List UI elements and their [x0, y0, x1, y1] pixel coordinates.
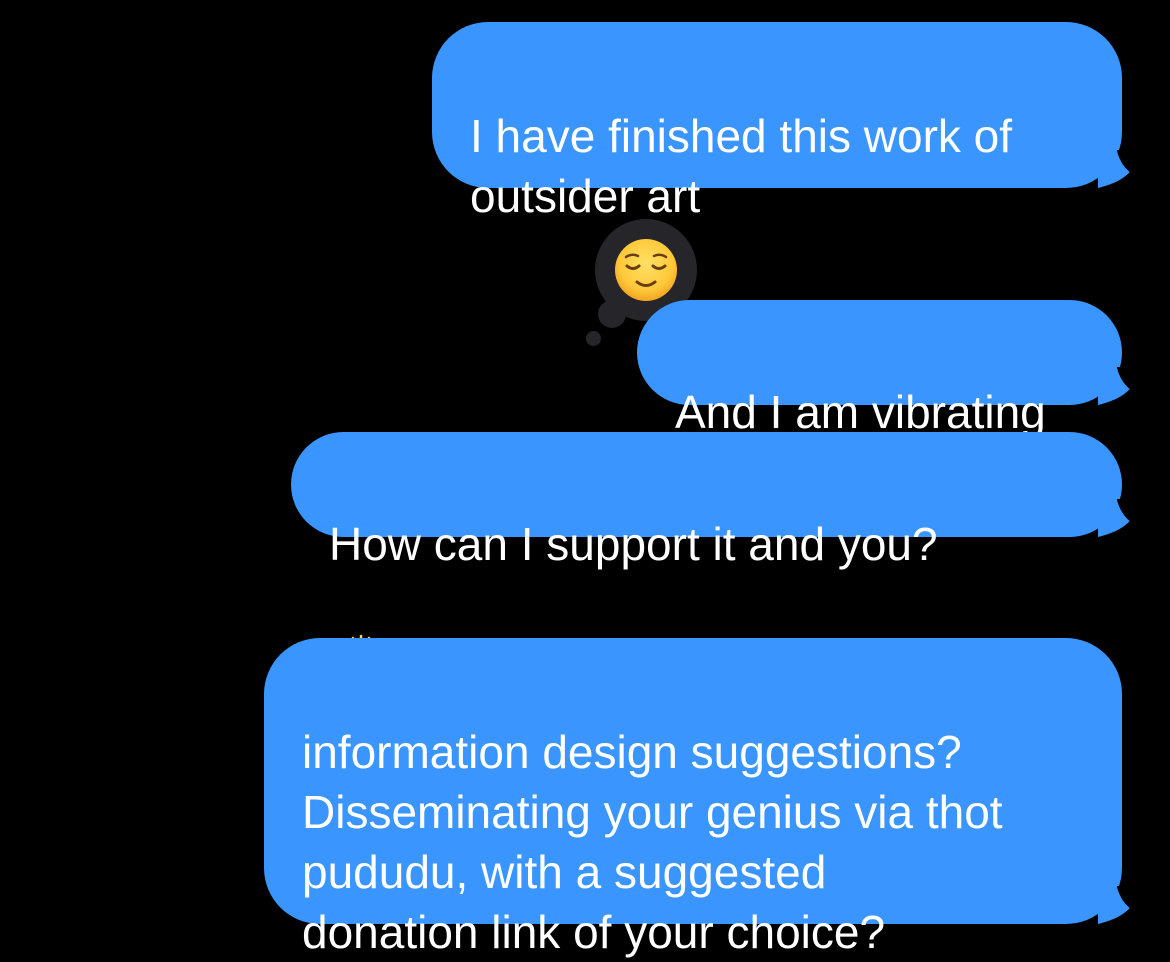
message-text: How can I support it and you? — [329, 518, 938, 570]
relieved-face-icon — [615, 239, 677, 301]
message-bubble-outgoing[interactable]: How can I support it and you? — [291, 432, 1122, 685]
reaction-thought-dot-small — [586, 331, 601, 346]
message-text: And I am vibrating — [675, 386, 1046, 438]
message-text: I have finished this work of outsider ar… — [470, 110, 1013, 222]
bubble-tail — [1098, 886, 1138, 926]
bubble-tail — [1098, 499, 1138, 539]
bubble-tail — [1098, 150, 1138, 190]
message-text: information design suggestions? Dissemin… — [302, 726, 1003, 958]
message-bubble-outgoing[interactable]: I have finished this work of outsider ar… — [432, 22, 1122, 222]
message-bubble-outgoing[interactable]: And I am vibrating — [637, 300, 1122, 438]
message-bubble-outgoing[interactable]: information design suggestions? Dissemin… — [264, 638, 1122, 958]
bubble-tail — [1098, 367, 1138, 407]
